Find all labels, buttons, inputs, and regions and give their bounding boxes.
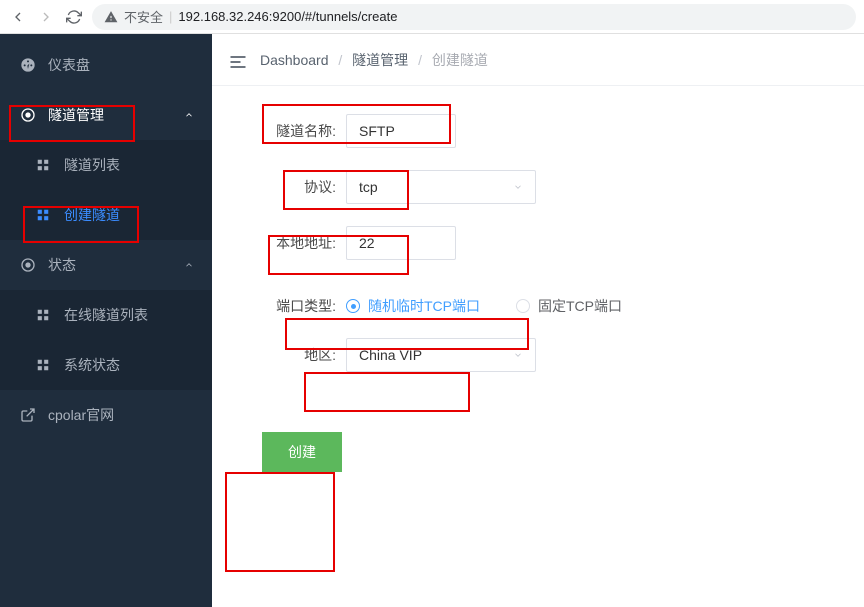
url-bar[interactable]: 不安全 | 192.168.32.246:9200/#/tunnels/crea…	[92, 4, 856, 30]
grid-icon	[36, 158, 50, 172]
radio-random-port[interactable]: 随机临时TCP端口	[346, 296, 480, 316]
target-icon	[20, 257, 36, 273]
forward-icon[interactable]	[36, 7, 56, 27]
sidebar-label: 状态	[48, 255, 76, 275]
sidebar-label: 隧道管理	[48, 105, 104, 125]
sidebar-item-tunnel-list[interactable]: 隧道列表	[0, 140, 212, 190]
grid-icon	[36, 358, 50, 372]
sidebar: 仪表盘 隧道管理 隧道列表 创建隧道 状态 在线隧道列表 系统状态	[0, 34, 212, 607]
sidebar-label: 创建隧道	[64, 205, 120, 225]
insecure-label: 不安全	[124, 7, 163, 26]
reload-icon[interactable]	[64, 7, 84, 27]
protocol-label: 协议:	[252, 177, 346, 197]
chevron-down-icon	[513, 179, 523, 195]
sidebar-item-sys-status[interactable]: 系统状态	[0, 340, 212, 390]
sidebar-label: 仪表盘	[48, 55, 90, 75]
create-button[interactable]: 创建	[262, 432, 342, 472]
url-rest: :9200/#/tunnels/create	[269, 9, 398, 24]
sidebar-item-dashboard[interactable]: 仪表盘	[0, 40, 212, 90]
sidebar-item-cpolar-site[interactable]: cpolar官网	[0, 390, 212, 440]
menu-toggle-icon[interactable]	[228, 52, 248, 68]
external-link-icon	[20, 407, 36, 423]
gauge-icon	[20, 57, 36, 73]
crumb-tunnel-mgmt[interactable]: 隧道管理	[352, 52, 408, 68]
sidebar-label: 隧道列表	[64, 155, 120, 175]
port-type-label: 端口类型:	[252, 296, 346, 316]
url-ip: 192.168.32.246	[178, 9, 268, 24]
local-addr-input[interactable]	[346, 226, 456, 260]
chevron-up-icon	[184, 107, 194, 123]
sidebar-label: 在线隧道列表	[64, 305, 148, 325]
back-icon[interactable]	[8, 7, 28, 27]
chevron-up-icon	[184, 257, 194, 273]
sidebar-item-create-tunnel[interactable]: 创建隧道	[0, 190, 212, 240]
radio-icon	[346, 299, 360, 313]
grid-icon	[36, 308, 50, 322]
region-label: 地区:	[252, 345, 346, 365]
tunnel-name-label: 隧道名称:	[252, 121, 346, 141]
region-select[interactable]: China VIP	[346, 338, 536, 372]
target-icon	[20, 107, 36, 123]
tunnel-name-input[interactable]	[346, 114, 456, 148]
chevron-down-icon	[513, 347, 523, 363]
sidebar-label: cpolar官网	[48, 405, 114, 425]
breadcrumb: Dashboard / 隧道管理 / 创建隧道	[260, 50, 488, 70]
sidebar-label: 系统状态	[64, 355, 120, 375]
insecure-icon	[104, 10, 118, 24]
radio-fixed-port[interactable]: 固定TCP端口	[516, 296, 622, 316]
crumb-dashboard[interactable]: Dashboard	[260, 52, 329, 68]
crumb-create: 创建隧道	[432, 52, 488, 68]
protocol-select[interactable]: tcp	[346, 170, 536, 204]
grid-icon	[36, 208, 50, 222]
local-addr-label: 本地地址:	[252, 233, 346, 253]
sidebar-item-online-list[interactable]: 在线隧道列表	[0, 290, 212, 340]
sidebar-item-status[interactable]: 状态	[0, 240, 212, 290]
sidebar-item-tunnel-mgmt[interactable]: 隧道管理	[0, 90, 212, 140]
radio-icon	[516, 299, 530, 313]
